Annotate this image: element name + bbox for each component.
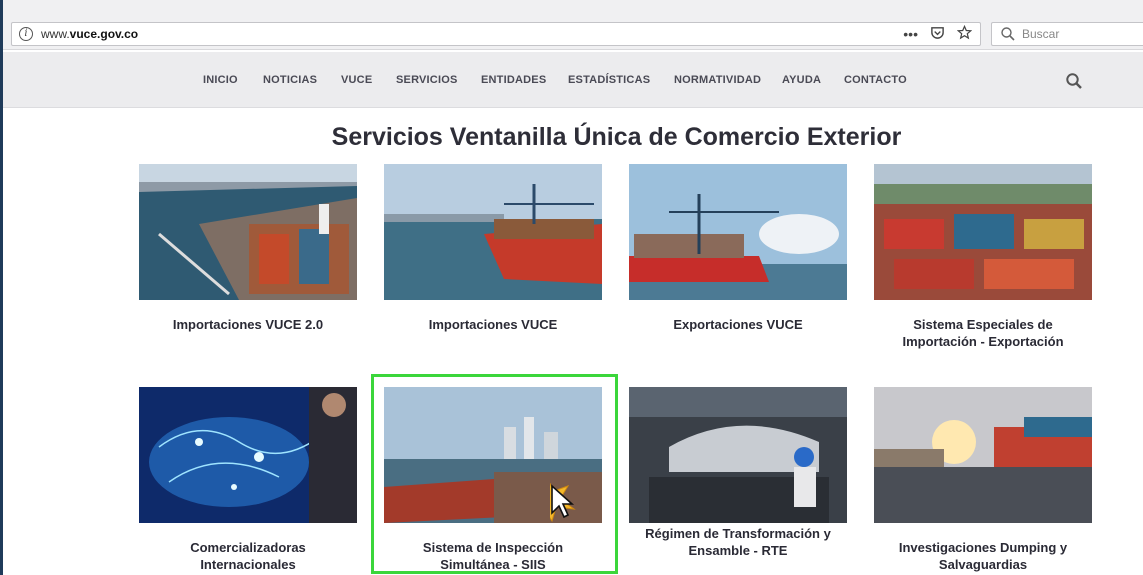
star-icon[interactable] — [956, 24, 973, 44]
nav-item-inicio[interactable]: INICIO — [203, 74, 238, 86]
card-title[interactable]: Exportaciones VUCE — [629, 316, 847, 333]
info-icon[interactable]: i — [19, 27, 33, 41]
selection-highlight — [371, 374, 618, 574]
site-navigation: INICIO NOTICIAS VUCE SERVICIOS ENTIDADES… — [3, 52, 1143, 108]
search-placeholder: Buscar — [1022, 27, 1060, 41]
service-card-dumping[interactable]: Investigaciones Dumping y Salvaguardias — [874, 387, 1092, 573]
service-card-sistemas-especiales[interactable]: Sistema Especiales de Importación - Expor… — [874, 164, 1092, 350]
service-card-comercializadoras[interactable]: Comercializadoras Internacionales — [139, 387, 357, 573]
card-title[interactable]: Sistema Especiales de Importación - Expor… — [874, 316, 1092, 350]
service-card-exportaciones-vuce[interactable]: Exportaciones VUCE — [629, 164, 847, 333]
search-icon — [1001, 27, 1015, 41]
nav-item-vuce[interactable]: VUCE — [341, 74, 372, 86]
card-title[interactable]: Importaciones VUCE 2.0 — [139, 316, 357, 333]
pocket-icon[interactable] — [930, 25, 945, 44]
car-assembly-image — [629, 387, 847, 523]
nav-item-normatividad[interactable]: NORMATIVIDAD — [674, 74, 761, 86]
service-card-importaciones-vuce[interactable]: Importaciones VUCE — [384, 164, 602, 333]
nav-item-ayuda[interactable]: AYUDA — [782, 74, 821, 86]
port-aerial-image — [139, 164, 357, 300]
address-bar-actions: ••• — [903, 24, 973, 44]
container-yard-image — [874, 164, 1092, 300]
nav-item-noticias[interactable]: NOTICIAS — [263, 74, 317, 86]
browser-search-box[interactable]: Buscar — [991, 22, 1143, 46]
nav-item-estadisticas[interactable]: ESTADÍSTICAS — [568, 74, 650, 86]
container-ship-image — [384, 164, 602, 300]
card-title[interactable]: Importaciones VUCE — [384, 316, 602, 333]
card-title[interactable]: Comercializadoras Internacionales — [139, 539, 357, 573]
nav-item-contacto[interactable]: CONTACTO — [844, 74, 907, 86]
service-card-rte[interactable]: Régimen de Transformación y Ensamble - RT… — [629, 387, 847, 559]
nav-item-entidades[interactable]: ENTIDADES — [481, 74, 546, 86]
card-title[interactable]: Régimen de Transformación y Ensamble - RT… — [629, 525, 847, 559]
site-search-icon[interactable] — [1065, 72, 1083, 90]
nav-item-servicios[interactable]: SERVICIOS — [396, 74, 458, 86]
service-card-importaciones-vuce-2[interactable]: Importaciones VUCE 2.0 — [139, 164, 357, 333]
card-title[interactable]: Investigaciones Dumping y Salvaguardias — [874, 539, 1092, 573]
url-text[interactable]: www.vuce.gov.co — [41, 27, 138, 41]
click-cursor-icon — [550, 483, 576, 523]
world-network-image — [139, 387, 357, 523]
cargo-ship-cranes-image — [629, 164, 847, 300]
more-icon[interactable]: ••• — [903, 25, 918, 43]
browser-toolbar: i www.vuce.gov.co ••• Buscar — [3, 0, 1143, 50]
sunset-containers-image — [874, 387, 1092, 523]
address-bar[interactable]: i www.vuce.gov.co ••• — [11, 22, 981, 46]
page-title: Servicios Ventanilla Única de Comercio E… — [331, 123, 902, 151]
